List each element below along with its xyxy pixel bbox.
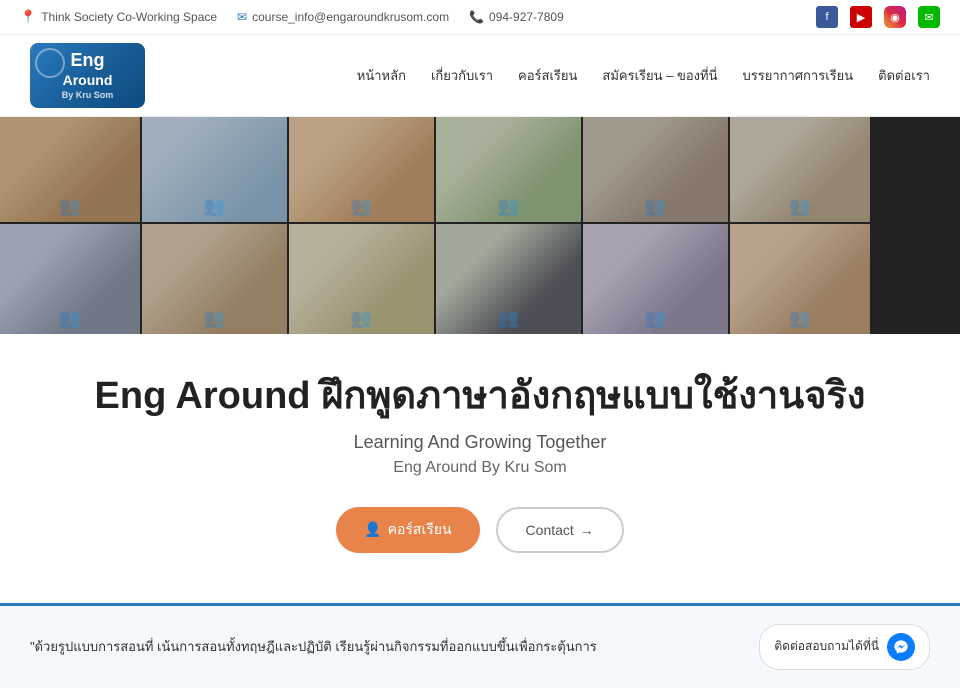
nav-courses[interactable]: คอร์สเรียน [518, 65, 577, 86]
main-nav: หน้าหลัก เกี่ยวกับเรา คอร์สเรียน สมัครเร… [357, 65, 930, 86]
courses-icon: 👤 [364, 521, 381, 538]
testimonial-text: "ด้วยรูปแบบการสอนที่ เน้นการสอนทั้งทฤษฎี… [30, 637, 759, 657]
photo-row-1 [0, 117, 960, 222]
logo[interactable]: Eng Around By Kru Som [30, 43, 145, 108]
hero-section: Eng Around ฝึกพูดภาษาอังกฤษแบบใช้งานจริง… [0, 334, 960, 603]
phone-item: 📞 094-927-7809 [469, 10, 564, 24]
photo-6 [730, 117, 870, 222]
hero-subtitle1: Learning And Growing Together [20, 432, 940, 453]
contact-label: Contact [526, 522, 574, 538]
email-icon: ✉ [237, 10, 247, 24]
photo-11 [583, 224, 728, 334]
courses-label: คอร์สเรียน [388, 519, 452, 541]
contact-button[interactable]: Contact → [496, 507, 624, 553]
photo-5 [583, 117, 728, 222]
top-bar-info: 📍 Think Society Co-Working Space ✉ cours… [20, 9, 564, 25]
hero-title: Eng Around ฝึกพูดภาษาอังกฤษแบบใช้งานจริง [20, 374, 940, 420]
photo-row-2 [0, 224, 960, 334]
photo-10 [436, 224, 581, 334]
social-links[interactable]: f ▶ ◉ ✉ [816, 6, 940, 28]
logo-eng: Eng [62, 50, 114, 72]
logo-around: Around [62, 72, 114, 89]
top-bar: 📍 Think Society Co-Working Space ✉ cours… [0, 0, 960, 35]
photo-12 [730, 224, 870, 334]
hero-title-eng: Eng Around [95, 375, 322, 417]
chat-label: ติดต่อสอบถามได้ที่นี่ [774, 637, 879, 656]
instagram-icon[interactable]: ◉ [884, 6, 906, 28]
chat-widget[interactable]: ติดต่อสอบถามได้ที่นี่ [759, 624, 930, 670]
location-icon: 📍 [20, 9, 36, 25]
nav-home[interactable]: หน้าหลัก [357, 65, 406, 86]
contact-arrow: → [580, 522, 594, 538]
messenger-icon[interactable] [887, 633, 915, 661]
facebook-icon[interactable]: f [816, 6, 838, 28]
nav-register[interactable]: สมัครเรียน – ของที่นี่ [602, 65, 717, 86]
location-item: 📍 Think Society Co-Working Space [20, 9, 217, 25]
nav-atmosphere[interactable]: บรรยากาศการเรียน [742, 65, 853, 86]
hero-title-thai: ฝึกพูดภาษาอังกฤษแบบใช้งานจริง [321, 375, 865, 417]
courses-button[interactable]: 👤 คอร์สเรียน [336, 507, 479, 553]
logo-text: Eng Around By Kru Som [62, 50, 114, 101]
photo-3 [289, 117, 434, 222]
logo-globe [35, 48, 65, 78]
hero-subtitle2: Eng Around By Kru Som [20, 459, 940, 477]
nav-contact[interactable]: ติดต่อเรา [878, 65, 930, 86]
photo-9 [289, 224, 434, 334]
photo-2 [142, 117, 287, 222]
nav-about[interactable]: เกี่ยวกับเรา [431, 65, 493, 86]
photo-4 [436, 117, 581, 222]
phone-text: 094-927-7809 [489, 10, 564, 24]
testimonial-bar: "ด้วยรูปแบบการสอนที่ เน้นการสอนทั้งทฤษฎี… [0, 603, 960, 688]
youtube-icon[interactable]: ▶ [850, 6, 872, 28]
line-icon[interactable]: ✉ [918, 6, 940, 28]
header: Eng Around By Kru Som หน้าหลัก เกี่ยวกับ… [0, 35, 960, 117]
photo-8 [142, 224, 287, 334]
email-text: course_info@engaroundkrusom.com [252, 10, 449, 24]
photo-7 [0, 224, 140, 334]
logo-bysom: By Kru Som [62, 90, 114, 101]
email-item[interactable]: ✉ course_info@engaroundkrusom.com [237, 10, 449, 24]
hero-buttons: 👤 คอร์สเรียน Contact → [20, 507, 940, 553]
phone-icon: 📞 [469, 10, 484, 24]
photo-1 [0, 117, 140, 222]
location-text: Think Society Co-Working Space [41, 10, 217, 24]
photo-grid [0, 117, 960, 334]
